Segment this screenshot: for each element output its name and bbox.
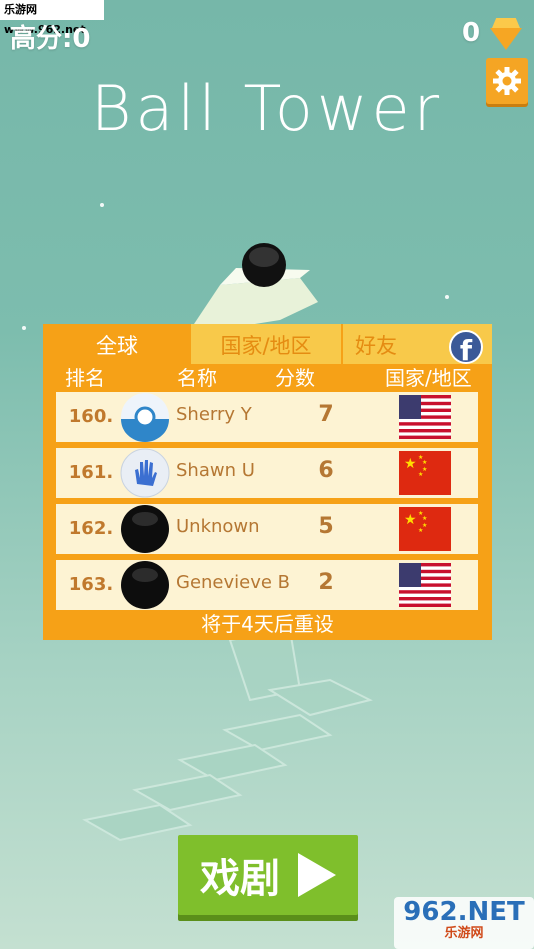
diamond-icon [492, 18, 520, 28]
row-rank: 161. [68, 462, 114, 483]
leaderboard-panel: 全球 国家/地区 好友 f 排名 名称 分数 国家/地区 160. Sherry… [43, 324, 492, 640]
row-score: 6 [318, 458, 334, 483]
row-rank: 163. [68, 574, 114, 595]
play-icon [298, 853, 336, 897]
watermark-bottom-sub: 乐游网 [444, 926, 484, 941]
svg-text:★: ★ [418, 527, 423, 534]
diamond-icon-body [490, 28, 522, 50]
black-ball-avatar-icon [121, 561, 169, 609]
row-score: 5 [318, 514, 334, 539]
cn-flag-icon: ★ ★ ★ ★ ★ [399, 507, 451, 551]
row-rank: 160. [68, 406, 114, 427]
watermark-bottom-top: 962.NET [403, 897, 525, 927]
column-score: 分数 [275, 366, 315, 390]
row-player-name: Shawn U [176, 460, 255, 481]
table-row: 161. Shawn U 6 ★ ★ ★ ★ ★ [56, 448, 478, 498]
play-button[interactable]: 戏剧 [178, 835, 358, 915]
tab-country[interactable]: 国家/地区 [191, 324, 341, 364]
us-flag-icon [399, 563, 451, 607]
svg-text:★: ★ [404, 456, 417, 472]
column-country: 国家/地区 [385, 366, 472, 390]
reset-countdown: 将于4天后重设 [201, 612, 334, 636]
svg-text:★: ★ [422, 459, 427, 466]
row-player-name: Unknown [176, 516, 260, 537]
watermark-bottom: 962.NET 乐游网 [394, 897, 534, 949]
row-score: 7 [318, 402, 334, 427]
table-row: 163. Genevieve B 2 [56, 560, 478, 610]
row-player-name: Sherry Y [176, 404, 252, 425]
column-rank: 排名 [65, 366, 105, 390]
facebook-icon[interactable]: f [449, 330, 483, 367]
hand-avatar-icon [120, 448, 170, 498]
table-row: 162. Unknown 5 ★ ★ ★ ★ ★ [56, 504, 478, 554]
row-player-name: Genevieve B [176, 572, 291, 593]
game-title: Ball Tower [90, 72, 444, 145]
svg-text:★: ★ [418, 471, 423, 478]
svg-text:★: ★ [404, 512, 417, 528]
row-rank: 162. [68, 518, 114, 539]
us-flag-icon [399, 395, 451, 439]
gem-count: 0 [462, 18, 481, 48]
svg-text:★: ★ [422, 515, 427, 522]
sparkle [100, 203, 104, 207]
glass-stairs [82, 628, 373, 842]
row-score: 2 [318, 570, 334, 595]
tab-global[interactable]: 全球 [43, 324, 191, 364]
black-ball-avatar-icon [121, 505, 169, 553]
pokeball-avatar-icon [121, 393, 169, 442]
column-name: 名称 [177, 366, 217, 390]
table-row: 160. Sherry Y 7 [56, 392, 478, 442]
play-button-label: 戏剧 [200, 856, 280, 902]
tower-top-segment [190, 278, 318, 330]
high-score-label: 高分:0 [10, 24, 91, 54]
watermark-top: 乐游网 www.962.net [0, 0, 104, 36]
cn-flag-icon: ★ ★ ★ ★ ★ [399, 451, 451, 495]
